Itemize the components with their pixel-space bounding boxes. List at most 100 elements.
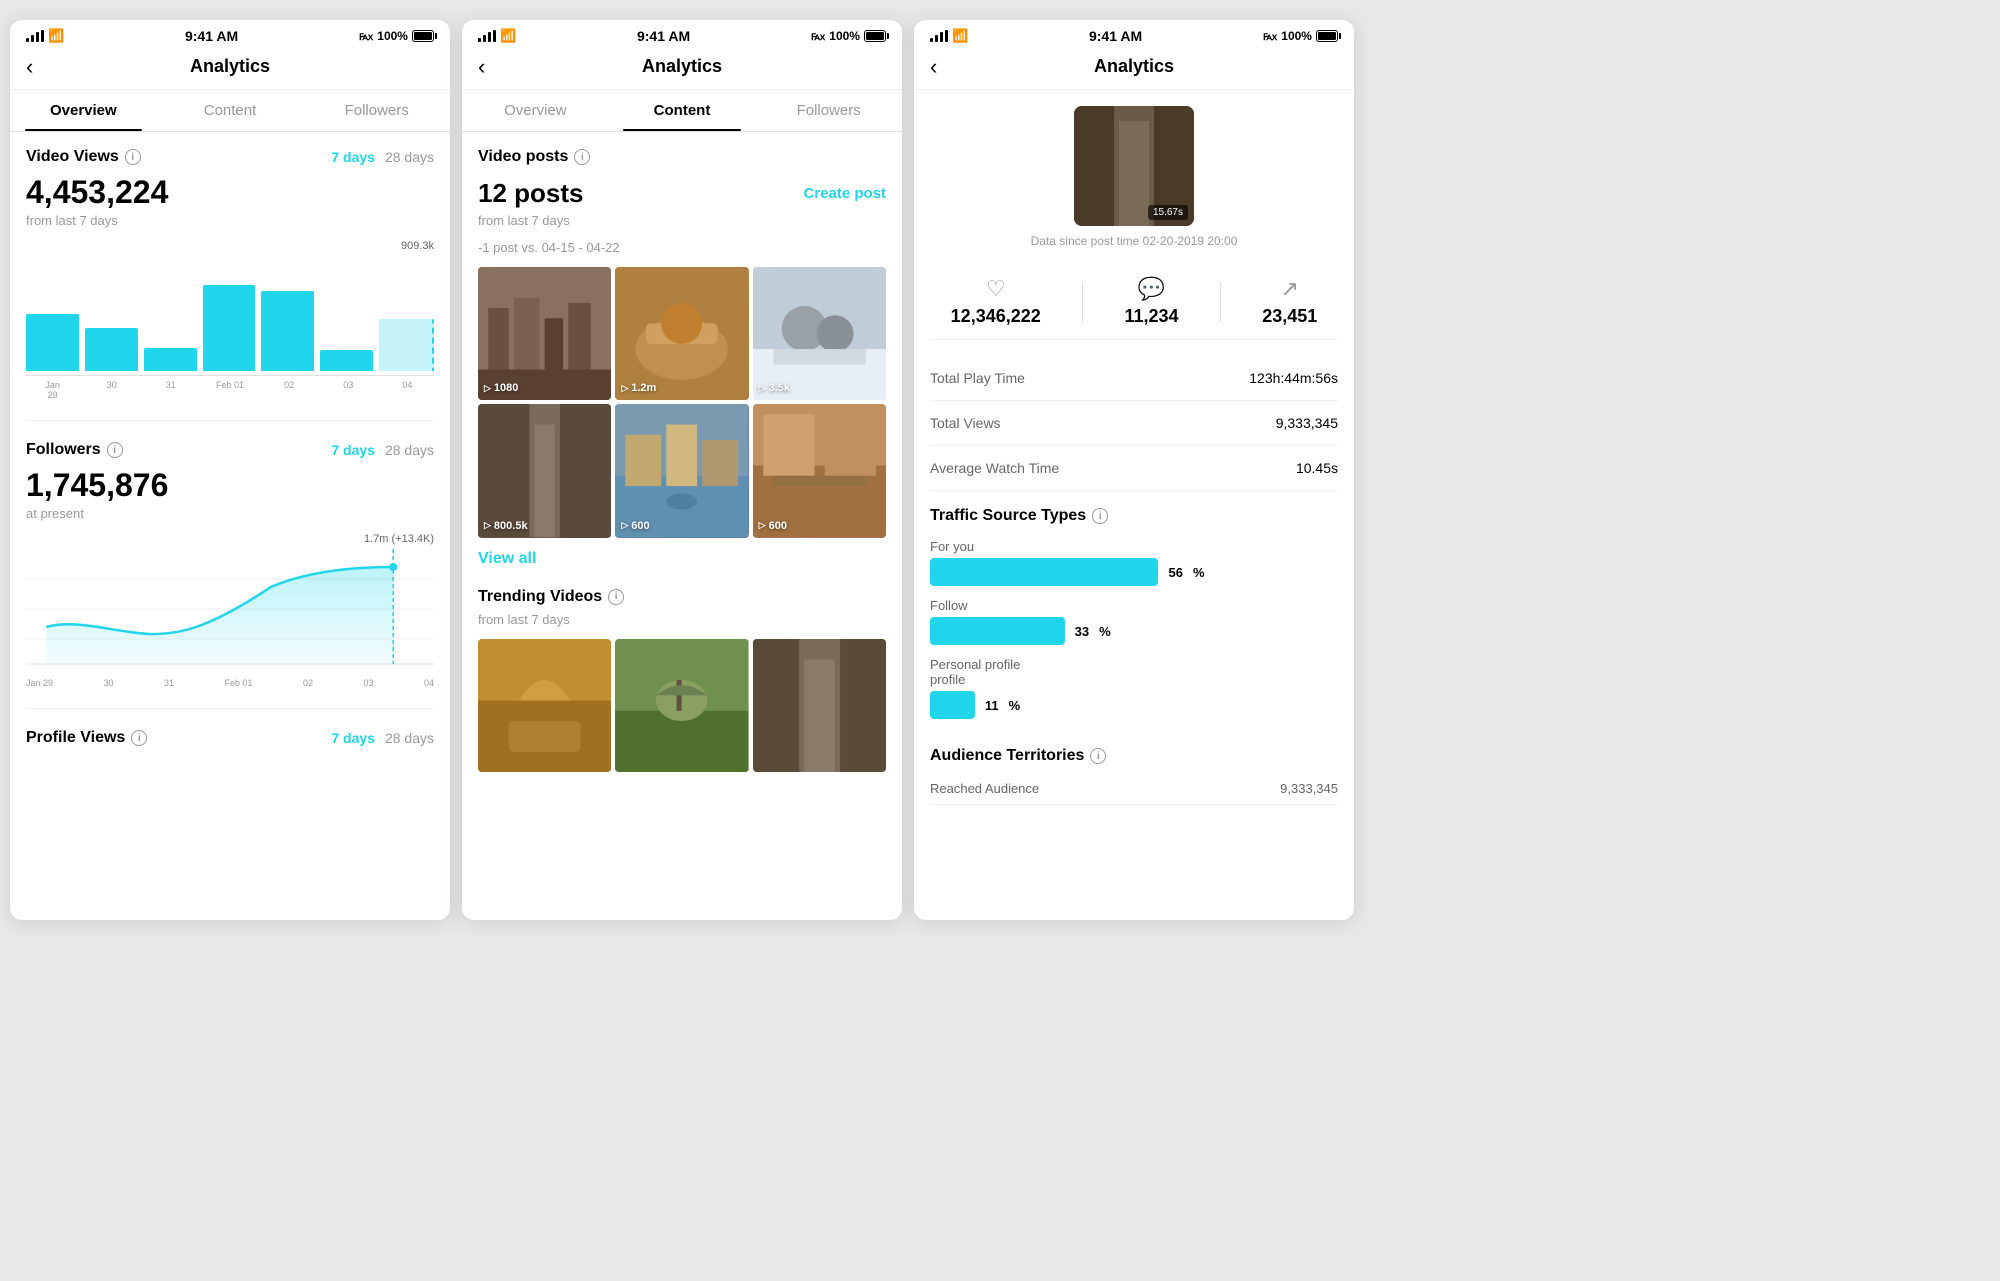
- followers-title: Followers i: [26, 441, 123, 459]
- create-post-button[interactable]: Create post: [803, 185, 886, 202]
- data-since-text: Data since post time 02-20-2019 20:00: [930, 234, 1338, 248]
- detail-content: 15.67s Data since post time 02-20-2019 2…: [914, 90, 1354, 821]
- video-posts-info-icon[interactable]: i: [574, 149, 590, 165]
- follow-pct: 33: [1075, 624, 1089, 639]
- video-views-2: 1.2m: [631, 382, 656, 394]
- x-label-3: 31: [164, 678, 174, 688]
- total-views-row: Total Views 9,333,345: [930, 401, 1338, 446]
- profile-views-28days[interactable]: 28 days: [385, 730, 434, 746]
- profile-views-header: Profile Views i 7 days 28 days: [26, 729, 434, 747]
- line-chart-x-labels: Jan 29 30 31 Feb 01 02 03 04: [26, 678, 434, 688]
- follow-label: Follow: [930, 598, 1338, 613]
- battery-pct-3: 100%: [1281, 29, 1312, 43]
- bar-6: [320, 350, 373, 371]
- play-icon-3: ▷: [759, 383, 766, 394]
- reached-audience-row: Reached Audience 9,333,345: [930, 773, 1338, 805]
- total-play-time-value: 123h:44m:56s: [1249, 370, 1338, 386]
- tab-overview-1[interactable]: Overview: [10, 90, 157, 131]
- share-icon: ↗: [1262, 276, 1317, 302]
- personal-bar: [930, 691, 975, 719]
- play-icon-6: ▷: [759, 520, 766, 531]
- video-thumb-6[interactable]: ▷ 600: [753, 404, 886, 537]
- video-overlay-1: ▷ 1080: [484, 382, 518, 394]
- tab-followers-2[interactable]: Followers: [755, 90, 902, 131]
- followers-info-icon[interactable]: i: [107, 442, 123, 458]
- bar-chart-bars: [26, 256, 434, 376]
- total-play-time-label: Total Play Time: [930, 370, 1025, 386]
- bar-5: [261, 291, 314, 372]
- avg-watch-time-label: Average Watch Time: [930, 460, 1059, 476]
- bar-chart-labels: Jan29 30 31 Feb 01 02 03 04: [26, 380, 434, 400]
- profile-views-7days[interactable]: 7 days: [331, 730, 375, 746]
- divider-2: [26, 708, 434, 709]
- stats-row: ♡ 12,346,222 💬 11,234 ↗ 23,451: [930, 264, 1338, 340]
- trending-header: Trending Videos i: [478, 588, 886, 606]
- followers-28days[interactable]: 28 days: [385, 442, 434, 458]
- video-thumb-1[interactable]: ▷ 1080: [478, 267, 611, 400]
- video-thumb-2[interactable]: ▷ 1.2m: [615, 267, 748, 400]
- for-you-bar: [930, 558, 1158, 586]
- followers-7days[interactable]: 7 days: [331, 442, 375, 458]
- trending-thumb-1[interactable]: [478, 639, 611, 772]
- comments-stat: 💬 11,234: [1124, 276, 1178, 327]
- reached-audience-value: 9,333,345: [1280, 781, 1338, 796]
- video-overlay-4: ▷ 800.5k: [484, 520, 528, 532]
- audience-info-icon[interactable]: i: [1090, 748, 1106, 764]
- time-1: 9:41 AM: [185, 28, 238, 44]
- video-views-info-icon[interactable]: i: [125, 149, 141, 165]
- status-right-1: ℻ 100%: [359, 29, 434, 43]
- tab-content-1[interactable]: Content: [157, 90, 304, 131]
- content-tab-content: Video posts i 12 posts Create post from …: [462, 132, 902, 788]
- wifi-icon-2: 📶: [500, 28, 516, 44]
- trending-thumb-3[interactable]: [753, 639, 886, 772]
- trending-title: Trending Videos i: [478, 588, 624, 606]
- video-thumb-5[interactable]: ▷ 600: [615, 404, 748, 537]
- bluetooth-icon-2: ℻: [811, 29, 825, 43]
- bar-chart: 909.3k Jan29 30 31 Feb 01 02 03: [26, 240, 434, 400]
- x-label-5: 02: [303, 678, 313, 688]
- header-2: ‹ Analytics: [462, 48, 902, 90]
- status-bar-1: 📶 9:41 AM ℻ 100%: [10, 20, 450, 48]
- likes-value: 12,346,222: [951, 306, 1041, 327]
- back-button-1[interactable]: ‹: [26, 54, 33, 80]
- x-label-1: Jan 29: [26, 678, 53, 688]
- x-label-4: Feb 01: [224, 678, 252, 688]
- video-overlay-5: ▷ 600: [621, 520, 649, 532]
- back-button-2[interactable]: ‹: [478, 54, 485, 80]
- period-7days-views[interactable]: 7 days: [331, 149, 375, 165]
- profile-views-info-icon[interactable]: i: [131, 730, 147, 746]
- likes-stat: ♡ 12,346,222: [951, 276, 1041, 327]
- follow-bar: [930, 617, 1065, 645]
- trending-thumb-2[interactable]: [615, 639, 748, 772]
- video-thumb-3[interactable]: ▷ 3.5k: [753, 267, 886, 400]
- video-views-4: 800.5k: [494, 520, 528, 532]
- period-28days-views[interactable]: 28 days: [385, 149, 434, 165]
- bar-1: [26, 314, 79, 372]
- bar-label-5: 02: [263, 380, 316, 400]
- battery-pct-2: 100%: [829, 29, 860, 43]
- tabs-2: Overview Content Followers: [462, 90, 902, 132]
- video-views-1: 1080: [494, 382, 518, 394]
- tab-followers-1[interactable]: Followers: [303, 90, 450, 131]
- wifi-icon-3: 📶: [952, 28, 968, 44]
- video-overlay-6: ▷ 600: [759, 520, 787, 532]
- shares-stat: ↗ 23,451: [1262, 276, 1317, 327]
- video-overlay-2: ▷ 1.2m: [621, 382, 656, 394]
- bar-chart-top-label: 909.3k: [26, 240, 434, 252]
- tab-overview-2[interactable]: Overview: [462, 90, 609, 131]
- bar-label-2: 30: [85, 380, 138, 400]
- bluetooth-icon-3: ℻: [1263, 29, 1277, 43]
- video-thumb-4[interactable]: ▷ 800.5k: [478, 404, 611, 537]
- posts-count-row: 12 posts Create post: [478, 178, 886, 209]
- detail-video-thumb[interactable]: 15.67s: [1074, 106, 1194, 226]
- back-button-3[interactable]: ‹: [930, 54, 937, 80]
- trending-info-icon[interactable]: i: [608, 589, 624, 605]
- reached-audience-label: Reached Audience: [930, 781, 1039, 796]
- tab-content-2[interactable]: Content: [609, 90, 756, 131]
- trending-grid: [478, 639, 886, 772]
- traffic-info-icon[interactable]: i: [1092, 508, 1108, 524]
- personal-label: Personal profileprofile: [930, 657, 1338, 687]
- total-views-label: Total Views: [930, 415, 1001, 431]
- trending-subtext: from last 7 days: [478, 612, 886, 627]
- view-all-button[interactable]: View all: [478, 550, 886, 568]
